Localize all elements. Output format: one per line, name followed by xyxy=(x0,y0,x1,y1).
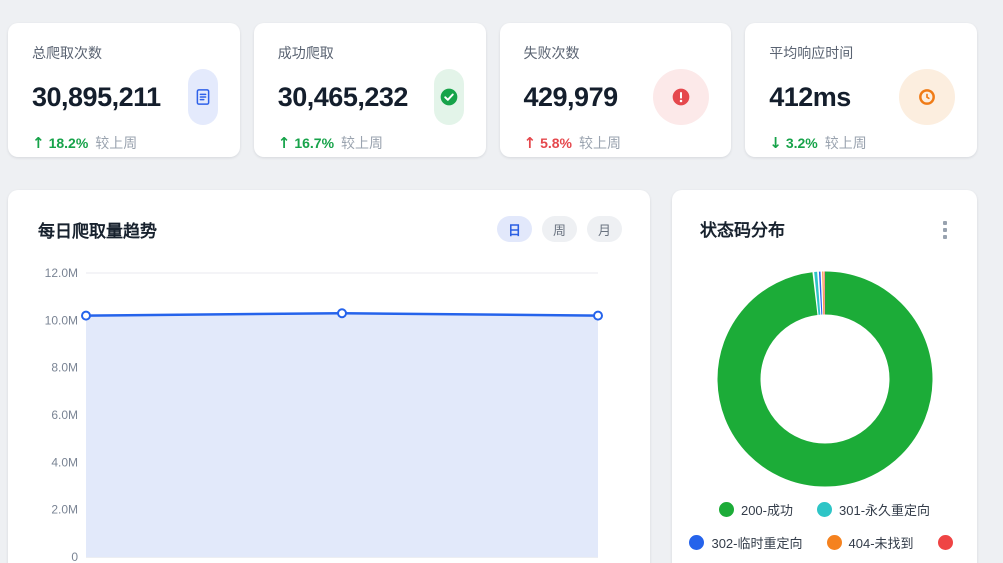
svg-text:10.0M: 10.0M xyxy=(45,313,78,327)
period-tabs: 日 周 月 xyxy=(497,216,622,242)
tab-month[interactable]: 月 xyxy=(587,216,622,242)
charts-row: 12.0M 10.0M 8.0M 6.0M 4.0M 2.0M 0 每日爬取量趋势 日 周 … xyxy=(8,190,977,563)
up-arrow-icon: ↑ xyxy=(278,134,291,152)
stat-value: 30,465,232 xyxy=(278,82,408,113)
legend-dot xyxy=(817,502,832,517)
change-percent: 3.2% xyxy=(786,135,818,151)
change-percent: 16.7% xyxy=(294,135,334,151)
down-arrow-icon: ↓ xyxy=(769,134,782,152)
legend-label: 302-临时重定向 xyxy=(711,533,802,552)
stat-label: 成功爬取 xyxy=(278,43,464,63)
legend-dot xyxy=(938,535,953,550)
svg-text:8.0M: 8.0M xyxy=(51,361,78,375)
donut-chart[interactable] xyxy=(717,271,933,487)
compare-label: 较上周 xyxy=(825,133,867,153)
legend-item-5th[interactable] xyxy=(938,532,960,552)
stat-value: 429,979 xyxy=(524,82,618,113)
tab-week[interactable]: 周 xyxy=(542,216,577,242)
legend-item-200[interactable]: 200-成功 xyxy=(719,499,793,519)
stat-card-failures: 失败次数 429,979 ↑ 5.8% 较上周 xyxy=(500,23,732,157)
compare-label: 较上周 xyxy=(95,133,137,153)
compare-label: 较上周 xyxy=(341,133,383,153)
daily-crawl-trend-card: 12.0M 10.0M 8.0M 6.0M 4.0M 2.0M 0 每日爬取量趋势 日 周 … xyxy=(8,190,650,563)
legend-dot xyxy=(689,535,704,550)
area-line-chart[interactable]: 12.0M 10.0M 8.0M 6.0M 4.0M 2.0M 0 xyxy=(8,190,650,563)
check-circle-icon xyxy=(434,69,464,125)
clock-icon xyxy=(899,69,955,125)
legend-dot xyxy=(719,502,734,517)
status-code-distribution-card: 状态码分布 200-成功 301-永久重定向 302-临时重定向 404-未找到 xyxy=(672,190,977,563)
legend-label: 404-未找到 xyxy=(849,533,914,552)
trend-card-title: 每日爬取量趋势 xyxy=(38,217,157,242)
stat-change: ↓ 3.2% 较上周 xyxy=(769,133,955,153)
legend-item-404[interactable]: 404-未找到 xyxy=(827,532,914,552)
stat-card-success-crawls: 成功爬取 30,465,232 ↑ 16.7% 较上周 xyxy=(254,23,486,157)
stat-change: ↑ 5.8% 较上周 xyxy=(524,133,710,153)
alert-circle-icon xyxy=(653,69,709,125)
chart-legend: 200-成功 301-永久重定向 302-临时重定向 404-未找到 xyxy=(672,499,977,552)
svg-text:4.0M: 4.0M xyxy=(51,455,78,469)
stat-label: 平均响应时间 xyxy=(769,43,955,63)
stat-change: ↑ 16.7% 较上周 xyxy=(278,133,464,153)
svg-text:2.0M: 2.0M xyxy=(51,503,78,517)
legend-item-301[interactable]: 301-永久重定向 xyxy=(817,499,930,519)
stat-card-avg-response-time: 平均响应时间 412ms ↓ 3.2% 较上周 xyxy=(745,23,977,157)
stat-change: ↑ 18.2% 较上周 xyxy=(32,133,218,153)
stats-row: 总爬取次数 30,895,211 ↑ 18.2% 较上周 成功爬取 30,465 xyxy=(8,23,977,157)
stat-value: 30,895,211 xyxy=(32,82,161,113)
status-card-title: 状态码分布 xyxy=(700,216,785,241)
stat-value: 412ms xyxy=(769,82,851,113)
document-icon xyxy=(188,69,218,125)
up-arrow-icon: ↑ xyxy=(32,134,45,152)
legend-label: 200-成功 xyxy=(741,500,793,519)
stat-label: 总爬取次数 xyxy=(32,43,218,63)
change-percent: 18.2% xyxy=(49,135,89,151)
svg-text:12.0M: 12.0M xyxy=(45,266,78,280)
legend-dot xyxy=(827,535,842,550)
legend-label: 301-永久重定向 xyxy=(839,500,930,519)
svg-text:0: 0 xyxy=(71,550,78,563)
compare-label: 较上周 xyxy=(579,133,621,153)
tab-day[interactable]: 日 xyxy=(497,216,532,242)
stat-label: 失败次数 xyxy=(524,43,710,63)
up-arrow-icon: ↑ xyxy=(524,134,537,152)
svg-text:6.0M: 6.0M xyxy=(51,408,78,422)
legend-item-302[interactable]: 302-临时重定向 xyxy=(689,532,802,552)
stat-card-total-crawls: 总爬取次数 30,895,211 ↑ 18.2% 较上周 xyxy=(8,23,240,157)
kebab-menu-icon[interactable] xyxy=(939,216,951,244)
change-percent: 5.8% xyxy=(540,135,572,151)
